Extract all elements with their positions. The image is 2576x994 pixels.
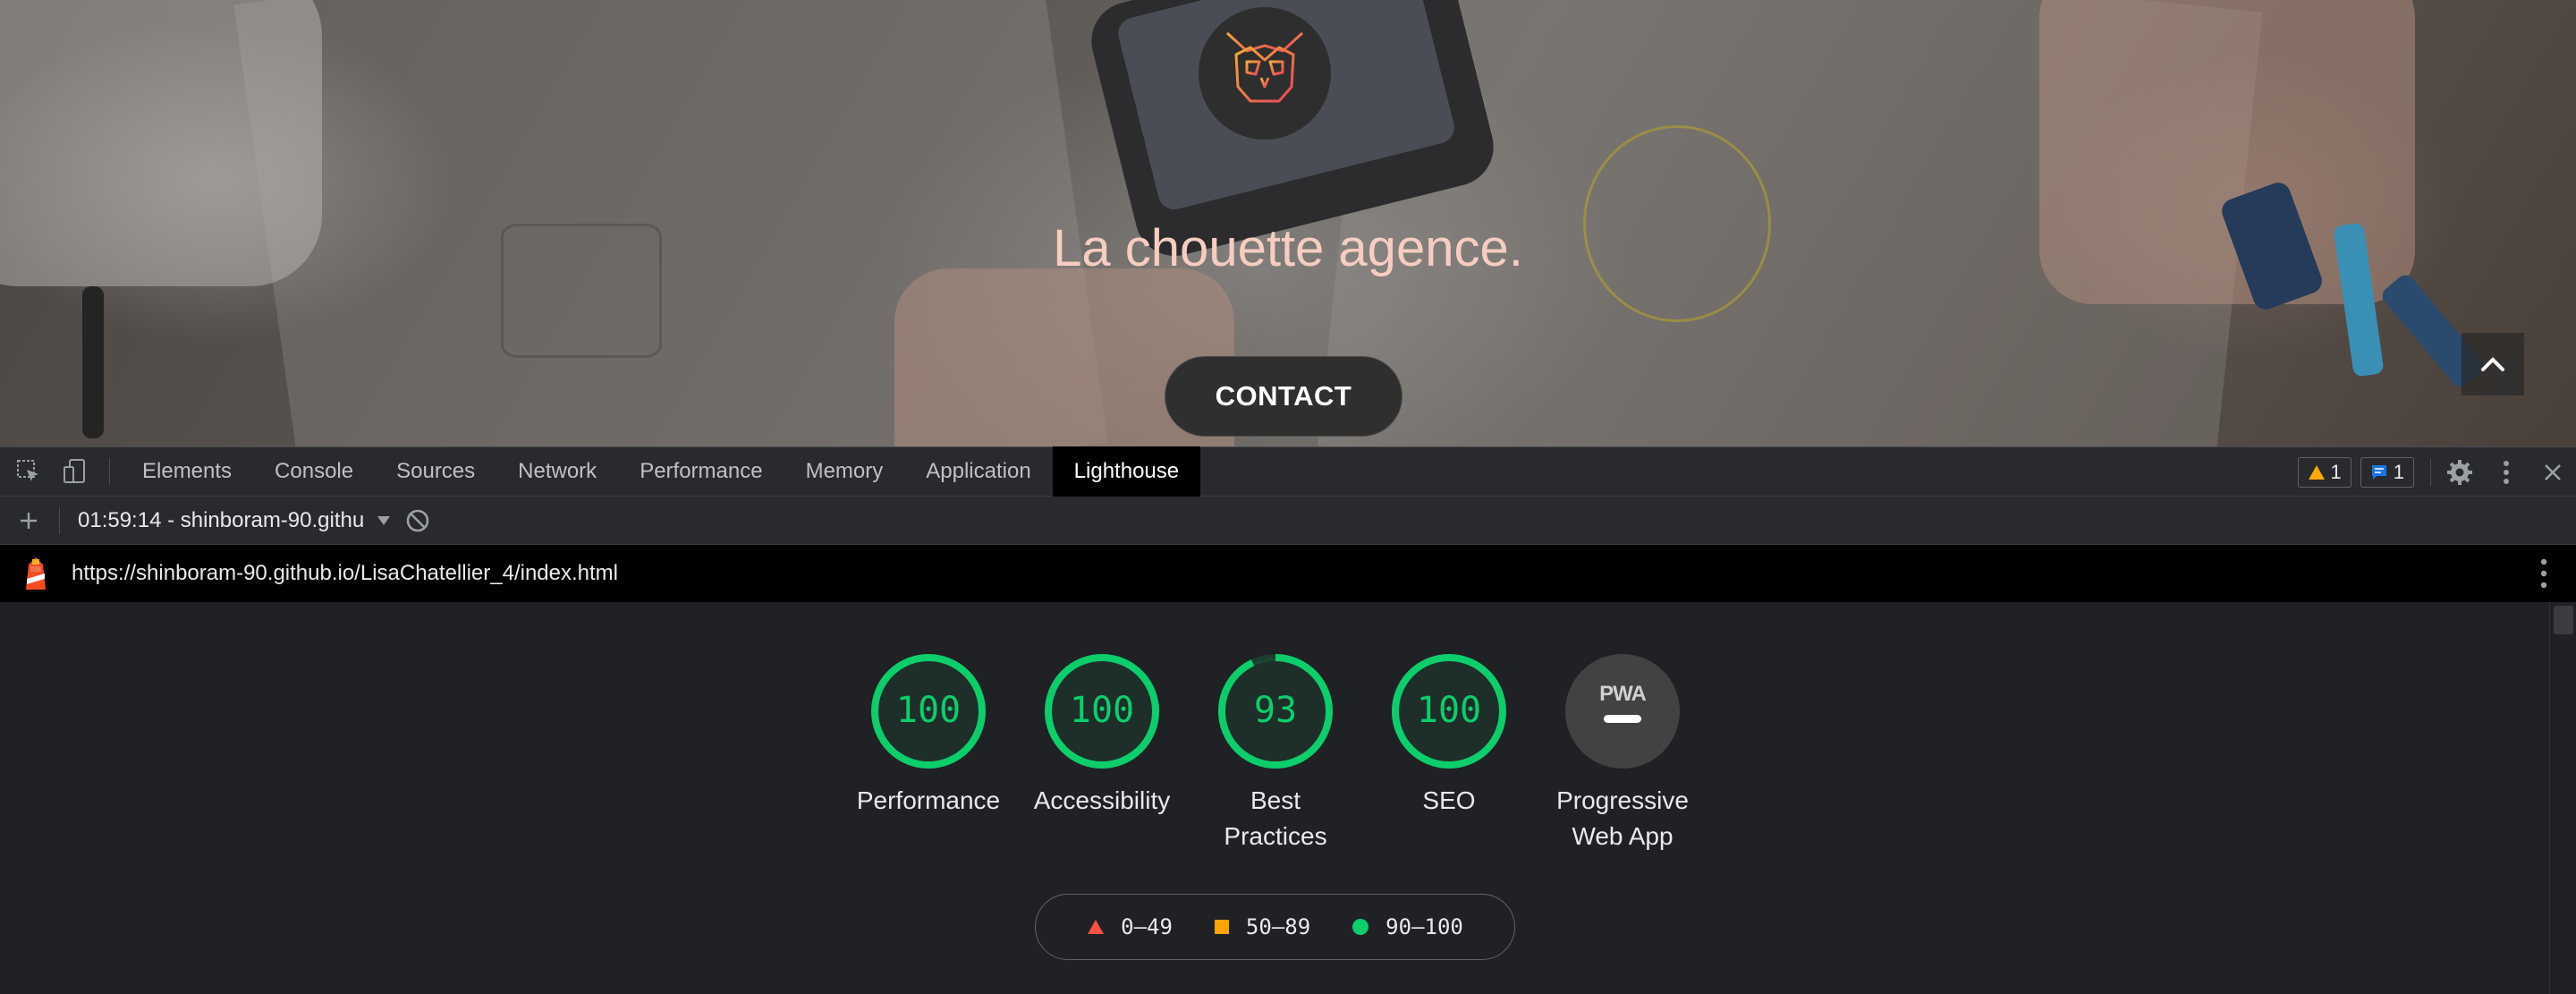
owl-logo[interactable] [1199, 7, 1331, 140]
circle-icon [1352, 919, 1369, 935]
tab-console[interactable]: Console [253, 446, 375, 497]
gear-icon[interactable] [2436, 447, 2483, 497]
warnings-badge[interactable]: 1 [2297, 457, 2351, 488]
gauge-best-practices[interactable]: 93 Best Practices [1186, 652, 1365, 854]
report-url[interactable]: https://shinboram-90.github.io/LisaChate… [72, 561, 618, 586]
gauge-label: Best Practices [1186, 783, 1365, 854]
devtools-right-controls: 1 1 [2297, 447, 2576, 497]
pwa-badge-icon: PWA [1565, 654, 1680, 769]
dropdown-arrow-icon [377, 515, 390, 525]
owl-logo-icon [1225, 31, 1304, 112]
messages-badge[interactable]: 1 [2360, 457, 2414, 488]
gauge-score: 100 [896, 690, 961, 731]
lighthouse-logo-icon [20, 556, 52, 591]
inspect-element-icon[interactable] [5, 446, 52, 497]
contact-button[interactable]: CONTACT [1165, 356, 1402, 437]
gauge-label: Progressive Web App [1533, 783, 1712, 854]
scroll-thumb[interactable] [2554, 606, 2573, 634]
clear-reports-icon[interactable] [394, 496, 441, 546]
square-icon [1214, 920, 1229, 934]
gauge-label: SEO [1360, 783, 1538, 819]
tab-application[interactable]: Application [904, 446, 1052, 497]
lighthouse-toolbar: 01:59:14 - shinboram-90.github.io [0, 497, 2576, 545]
legend-item-pass: 90–100 [1352, 914, 1463, 939]
gauge-seo[interactable]: 100 SEO [1360, 652, 1538, 819]
gauge-label-line: Practices [1224, 822, 1327, 850]
warning-icon [2308, 465, 2325, 480]
gauge-pwa[interactable]: PWA Progressive Web App [1533, 652, 1712, 854]
legend-range: 0–49 [1121, 914, 1173, 939]
gauge-label-line: Web App [1572, 822, 1674, 850]
triangle-icon [1088, 920, 1105, 934]
toolbar-divider [109, 458, 110, 485]
legend-item-fail: 0–49 [1087, 914, 1173, 939]
tab-sources[interactable]: Sources [375, 446, 496, 497]
legend-range: 90–100 [1385, 914, 1463, 939]
devtools-tab-bar: Elements Console Sources Network Performance… [0, 446, 2576, 497]
website-hero: La chouette agence. CONTACT [0, 0, 2576, 446]
tab-lighthouse[interactable]: Lighthouse [1052, 446, 1201, 497]
tab-performance[interactable]: Performance [618, 446, 784, 497]
messages-count: 1 [2393, 461, 2404, 483]
gauge-score: 100 [1070, 690, 1134, 731]
gauge-score: 100 [1417, 690, 1481, 731]
pen-shape [82, 286, 104, 438]
gauge-label-line: Accessibility [1033, 786, 1171, 814]
gauge-accessibility[interactable]: 100 Accessibility [1013, 652, 1191, 819]
gauge-label: Accessibility [1013, 783, 1191, 819]
report-menu-icon[interactable] [2540, 557, 2547, 594]
device-toggle-icon[interactable] [52, 446, 98, 497]
pwa-badge-text: PWA [1599, 682, 1646, 706]
gauge-ring: 100 [1045, 654, 1159, 769]
report-url-bar: https://shinboram-90.github.io/LisaChate… [0, 545, 2576, 602]
gauge-ring: 100 [1392, 654, 1506, 769]
message-icon [2371, 465, 2386, 480]
report-select[interactable]: 01:59:14 - shinboram-90.github.io [78, 508, 391, 533]
tab-memory[interactable]: Memory [784, 446, 905, 497]
gauge-label-line: Performance [856, 786, 1001, 814]
lighthouse-report: 100 Performance 100 Accessibility 93 Best Prac… [0, 602, 2576, 994]
new-report-plus-icon[interactable] [5, 496, 52, 546]
legend-item-average: 50–89 [1214, 914, 1310, 939]
gauge-score: 93 [1254, 690, 1297, 731]
report-scrollbar[interactable] [2549, 602, 2576, 994]
scroll-top-button[interactable] [2462, 333, 2524, 395]
gauge-label: Performance [839, 783, 1018, 819]
site-title: La chouette agence. [1053, 219, 1523, 277]
legend-range: 50–89 [1245, 914, 1311, 939]
toolbar-divider [2430, 459, 2431, 486]
gauge-ring: 100 [871, 654, 986, 769]
close-icon[interactable] [2529, 447, 2576, 497]
chevron-up-icon [2481, 357, 2504, 371]
toolbar-divider [59, 506, 60, 534]
tab-elements[interactable]: Elements [121, 446, 253, 497]
tab-network[interactable]: Network [496, 446, 618, 497]
gauge-label-line: Best [1250, 786, 1301, 814]
gauge-label-line: Progressive [1556, 786, 1689, 814]
gauge-label-line: SEO [1422, 786, 1476, 814]
tab-list: Elements Console Sources Network Performance… [121, 446, 1201, 497]
gauge-ring: 93 [1218, 654, 1333, 769]
report-select-value: 01:59:14 - shinboram-90.github.io [78, 507, 364, 532]
kebab-menu-icon[interactable] [2483, 447, 2529, 497]
warnings-count: 1 [2330, 461, 2342, 483]
score-legend: 0–49 50–89 90–100 [1035, 894, 1515, 960]
gauge-performance[interactable]: 100 Performance [839, 652, 1018, 819]
